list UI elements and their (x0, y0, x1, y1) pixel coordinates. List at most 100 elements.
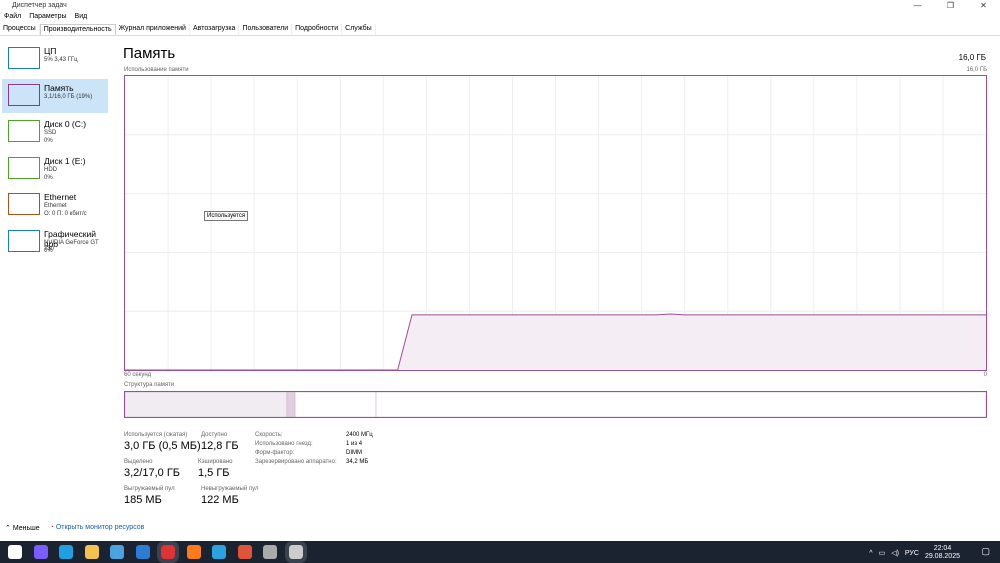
composition-free (375, 391, 987, 418)
usage-label: Использование памяти (124, 67, 189, 73)
store-icon[interactable] (110, 545, 124, 559)
spec-value: 2400 МГц (346, 432, 373, 438)
language-indicator[interactable]: РУС (905, 550, 919, 557)
sidebar-item-5[interactable]: Графический про NVIDIA GeForce GT 730 0% (2, 225, 108, 260)
composition-modified (286, 391, 296, 418)
sidebar-item-value: 0% (44, 247, 53, 254)
mail-icon[interactable] (135, 545, 150, 559)
sidebar-item-3[interactable]: Диск 1 (E:) HDD 0% (2, 152, 108, 187)
file-explorer-icon[interactable] (84, 545, 99, 559)
stat-label: Невыгружаемый пул (201, 486, 259, 492)
less-button[interactable]: ⌃ Меньше (5, 524, 40, 532)
task-manager-icon[interactable] (284, 541, 307, 563)
total-memory: 16,0 ГБ (958, 53, 986, 62)
system-tray: ^ ▭ ◁) РУС 22:04 29.08.2025 (869, 545, 960, 561)
date: 29.08.2025 (924, 553, 960, 560)
maximize-button[interactable]: ❐ (934, 0, 967, 12)
sidebar-item-value: О: 0 П: 0 кбит/с (44, 211, 87, 217)
sidebar-item-2[interactable]: Диск 0 (C:) SSD 0% (2, 115, 108, 150)
menu-view[interactable]: Вид (75, 13, 88, 20)
sidebar-item-detail: NVIDIA GeForce GT 730 (44, 239, 99, 252)
network-icon[interactable]: ▭ (879, 549, 886, 557)
sidebar-item-name: ЦП (44, 46, 57, 56)
stat-label: Используется (сжатая) (124, 432, 188, 438)
edge-icon[interactable] (59, 545, 73, 559)
spec-label: Использовано гнезд: (255, 441, 313, 447)
thumbnail-graph (8, 156, 40, 179)
sidebar-item-name: Диск 0 (C:) (44, 119, 87, 129)
copilot-icon[interactable] (33, 545, 48, 559)
stat-label: Кэшировано (198, 459, 233, 465)
spec-value: 1 из 4 (346, 441, 363, 447)
stat-label: Выделено (124, 459, 153, 465)
tab-6[interactable]: Службы (342, 24, 376, 35)
spec-value: 34,2 МБ (346, 459, 369, 465)
stat-label: Доступно (201, 432, 228, 438)
sidebar-item-1[interactable]: Память 3,1/16,0 ГБ (19%) (2, 78, 108, 113)
spec-value: DIMM (346, 450, 362, 456)
sidebar-item-detail: SSD (44, 130, 57, 136)
opera-icon[interactable] (157, 541, 179, 563)
footer: ⌃ Меньше ◔ Открыть монитор ресурсов (5, 524, 144, 532)
sidebar-item-detail: HDD (44, 166, 57, 173)
sidebar-item-detail: 5% 3,43 ГГц (44, 57, 78, 63)
thumbnail-graph (8, 47, 40, 69)
resource-monitor-icon: ◔ (49, 524, 54, 531)
memory-usage-graph (124, 75, 987, 371)
sidebar-item-detail: Ethernet (44, 203, 67, 209)
composition-standby (294, 391, 377, 418)
clock[interactable]: 22:04 29.08.2025 (925, 545, 960, 561)
windows-start-icon[interactable] (8, 545, 22, 559)
stat-value: 185 МБ (124, 494, 162, 506)
tab-4[interactable]: Пользователи (239, 24, 293, 35)
minimize-button[interactable]: — (901, 0, 934, 12)
notifications-icon[interactable]: ▢ (981, 546, 990, 557)
stat-value: 3,2/17,0 ГБ (124, 467, 180, 479)
world-of-tanks-icon[interactable] (263, 545, 277, 559)
telegram-icon[interactable] (212, 545, 226, 559)
close-button[interactable]: ✕ (967, 0, 1000, 12)
sidebar-item-value: 0% (44, 174, 53, 181)
game-launcher-icon[interactable] (237, 545, 252, 559)
thumbnail-graph (8, 83, 40, 106)
spec-label: Зарезервировано аппаратно: (255, 459, 337, 465)
sidebar-item-detail: 3,1/16,0 ГБ (19%) (44, 93, 93, 100)
sidebar-item-0[interactable]: ЦП 5% 3,43 ГГц (2, 42, 108, 77)
sidebar-item-name: Память (44, 82, 74, 93)
tooltip: Используется (204, 211, 249, 221)
tab-5[interactable]: Подробности (292, 24, 343, 35)
stat-value: 122 МБ (201, 494, 239, 506)
sidebar-item-4[interactable]: Ethernet Ethernet О: 0 П: 0 кбит/с (2, 188, 108, 223)
stat-value: 1,5 ГБ (198, 467, 230, 479)
spec-label: Скорость: (255, 432, 283, 438)
sidebar-item-name: Ethernet (44, 192, 77, 202)
menu-options[interactable]: Параметры (29, 13, 66, 20)
menu-bar: Файл Параметры Вид (4, 13, 87, 20)
firefox-icon[interactable] (186, 545, 201, 559)
resource-monitor-label: Открыть монитор ресурсов (55, 524, 145, 531)
window-controls: — ❐ ✕ (901, 0, 1000, 12)
tab-0[interactable]: Процессы (0, 24, 40, 35)
memory-composition-bar (124, 391, 987, 418)
tab-bar: Процессы Производительность Журнал приложе… (0, 24, 1000, 36)
time: 22:04 (933, 545, 952, 552)
spec-label: Форм-фактор: (255, 450, 295, 456)
sidebar: ЦП 5% 3,43 ГГц Память 3,1/16,0 ГБ (19%) Диск… (0, 40, 110, 261)
composition-in-use (124, 391, 288, 418)
stat-value: 12,8 ГБ (201, 440, 239, 452)
volume-icon[interactable]: ◁) (891, 549, 899, 557)
menu-file[interactable]: Файл (4, 13, 21, 20)
tab-1[interactable]: Производительность (39, 24, 116, 35)
stat-label: Выгружаемый пул (124, 486, 175, 492)
open-resource-monitor-link[interactable]: ◔ Открыть монитор ресурсов (50, 524, 145, 532)
structure-label: Структура памяти (124, 382, 175, 388)
thumbnail-graph (8, 193, 40, 215)
tray-chevron-icon[interactable]: ^ (869, 550, 872, 557)
thumbnail-graph (8, 229, 40, 252)
taskbar: ^ ▭ ◁) РУС 22:04 29.08.2025 ▢ (0, 541, 1000, 563)
tab-2[interactable]: Журнал приложений (116, 24, 190, 35)
sidebar-item-value: 0% (44, 138, 53, 144)
tab-3[interactable]: Автозагрузка (190, 24, 240, 35)
stat-value: 3,0 ГБ (0,5 МБ) (124, 440, 201, 452)
sidebar-item-name: Диск 1 (E:) (44, 155, 86, 166)
